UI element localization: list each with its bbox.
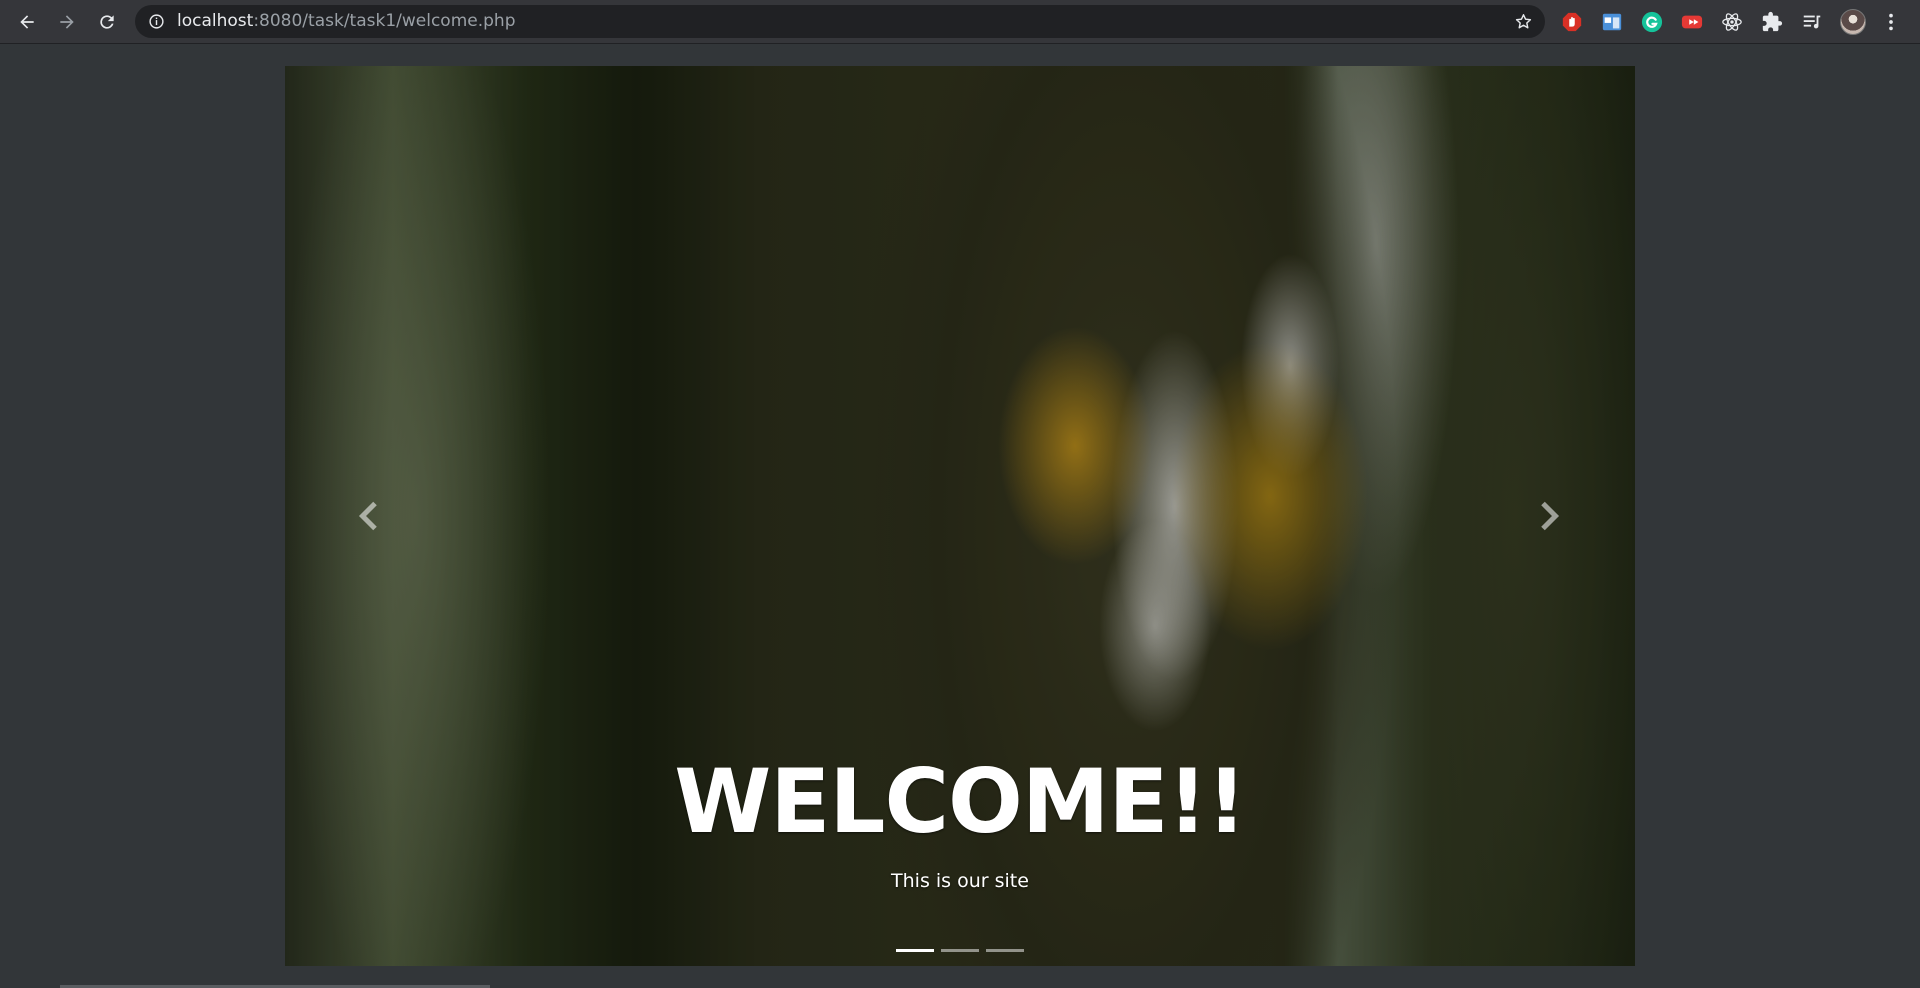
address-bar[interactable]: localhost:8080/task/task1/welcome.php [135, 5, 1545, 38]
chevron-right-icon [1541, 501, 1560, 531]
welcome-heading: WELCOME!! [674, 750, 1247, 853]
react-devtools-button[interactable] [1721, 11, 1743, 33]
carousel-indicators [285, 949, 1635, 952]
reload-button[interactable] [91, 6, 123, 38]
youtube-extension-button[interactable] [1681, 11, 1703, 33]
chevron-left-icon [358, 501, 377, 531]
youtube-icon [1681, 15, 1703, 29]
kebab-menu-icon[interactable] [1880, 11, 1902, 33]
extensions-button[interactable] [1761, 11, 1783, 33]
welcome-subtitle: This is our site [891, 870, 1029, 892]
adblock-extension-button[interactable] [1561, 11, 1583, 33]
indicator-slide-2[interactable] [941, 949, 979, 952]
url-host: localhost [177, 11, 254, 31]
url-text[interactable]: localhost:8080/task/task1/welcome.php [177, 5, 515, 38]
arrow-right-icon [60, 15, 74, 29]
reading-list-button[interactable] [1801, 11, 1823, 33]
page-viewport: WELCOME!! This is our site [0, 44, 1920, 988]
window-icon [1602, 13, 1622, 31]
reading-list-icon [1803, 15, 1821, 29]
window-extension-button[interactable] [1601, 11, 1623, 33]
back-button[interactable] [11, 6, 43, 38]
react-icon [1722, 13, 1742, 31]
star-icon[interactable] [1514, 12, 1533, 31]
profile-avatar[interactable] [1840, 9, 1866, 35]
puzzle-icon [1762, 11, 1783, 32]
hero-carousel: WELCOME!! This is our site [285, 66, 1635, 966]
indicator-slide-3[interactable] [986, 949, 1024, 952]
info-icon[interactable] [148, 13, 165, 30]
forward-button[interactable] [51, 6, 83, 38]
adblock-icon [1562, 12, 1582, 32]
grammarly-icon [1641, 11, 1663, 33]
url-path: :8080/task/task1/welcome.php [253, 11, 516, 31]
grammarly-extension-button[interactable] [1641, 11, 1663, 33]
indicator-slide-1[interactable] [896, 949, 934, 952]
browser-toolbar: localhost:8080/task/task1/welcome.php [0, 0, 1920, 44]
arrow-left-icon [20, 15, 34, 29]
reload-icon [100, 15, 114, 29]
